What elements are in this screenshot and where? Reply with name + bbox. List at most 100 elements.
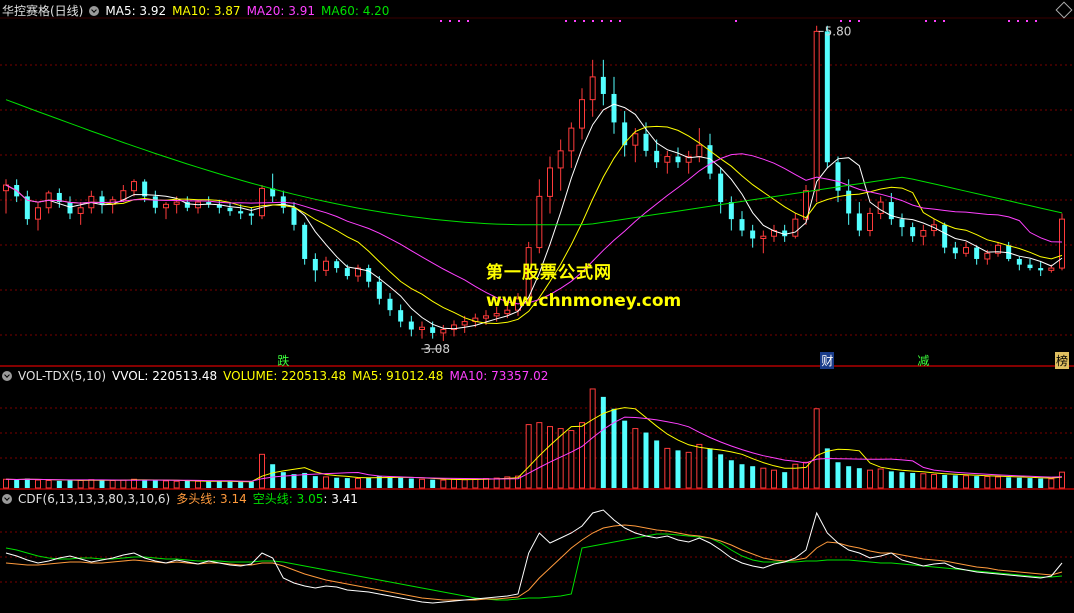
volume-bar-39 [419, 478, 425, 489]
volume-bar-68 [728, 460, 734, 488]
short-line-value: 空头线: 3.05 [252, 492, 324, 506]
volume-bar-31 [334, 477, 340, 488]
candle-body-24 [259, 187, 265, 217]
candle-body-40 [430, 327, 436, 333]
signal-dot-0 [440, 20, 442, 22]
volume-bar-84 [899, 472, 905, 488]
cdf-value: : 3.41 [323, 492, 358, 506]
candle-body-53 [568, 127, 575, 152]
volume-bar-26 [280, 472, 286, 488]
volume-bar-21 [227, 481, 233, 488]
cdf-panel-header: CDF(6,13,13,3,80,3,10,6) 多头线: 3.14 空头线: 3.… [2, 491, 364, 507]
volume-bar-70 [750, 466, 756, 488]
candle-body-35 [376, 281, 382, 299]
candle-body-60 [643, 133, 649, 151]
volume-bar-10 [109, 479, 116, 489]
volume-bar-61 [654, 440, 660, 488]
settings-icon[interactable] [2, 494, 12, 504]
volume-bar-60 [643, 432, 649, 488]
candle-body-70 [750, 230, 756, 239]
volume-bar-69 [739, 464, 745, 488]
candle-body-81 [867, 212, 873, 232]
volume-bar-76 [813, 408, 820, 489]
volume-bar-22 [238, 482, 244, 488]
signal-dot-5 [1008, 20, 1010, 22]
volume-bar-46 [493, 477, 500, 489]
candle-body-15 [163, 203, 169, 209]
candle-body-90 [963, 247, 969, 254]
volume-bar-93 [995, 476, 1001, 489]
volume-bar-92 [984, 476, 991, 489]
candle-body-88 [942, 224, 948, 248]
candle-body-3 [35, 207, 41, 220]
volume-bar-4 [45, 479, 52, 489]
candle-body-85 [910, 227, 916, 237]
volume-bar-97 [1038, 478, 1044, 488]
event-label-bang[interactable]: 榜 [1055, 352, 1070, 369]
candle-body-28 [302, 224, 308, 259]
vol-title: VOL-TDX(5,10) [18, 369, 107, 383]
signal-dot-1 [619, 20, 621, 22]
volume-bar-64 [685, 451, 692, 489]
settings-icon[interactable] [89, 6, 100, 16]
candle-body-54 [579, 99, 585, 129]
volume-bar-77 [824, 448, 830, 488]
volume-bar-24 [259, 453, 265, 489]
volume-bar-36 [387, 476, 393, 488]
settings-icon[interactable] [2, 371, 12, 381]
watermark-title: 第一股票公式网 [486, 263, 612, 283]
candle-body-95 [1016, 258, 1022, 265]
candle-body-79 [846, 190, 852, 214]
signal-dot-1 [565, 20, 567, 22]
volume-bar-79 [846, 466, 852, 488]
candle-body-77 [824, 31, 830, 163]
candle-body-12 [131, 181, 137, 192]
signal-dot-1 [583, 20, 585, 22]
candle-body-14 [152, 196, 158, 208]
candle-body-45 [483, 315, 489, 319]
signal-dot-0 [467, 20, 469, 22]
candle-body-46 [493, 313, 500, 317]
volume-bar-54 [579, 422, 585, 489]
candle-body-23 [248, 213, 254, 216]
candle-body-16 [173, 201, 180, 205]
event-label-die[interactable]: 跌 [276, 352, 290, 369]
volume-bar-32 [344, 478, 350, 488]
candle-body-41 [440, 329, 447, 334]
volume-bar-83 [888, 471, 894, 488]
candle-body-52 [557, 150, 564, 169]
candle-body-7 [77, 207, 84, 214]
volume-bar-41 [440, 479, 447, 489]
signal-dots [440, 20, 1037, 22]
signal-dot-3 [849, 20, 851, 22]
candle-body-51 [547, 167, 553, 197]
volume-bar-11 [120, 479, 127, 489]
volume-bars [3, 388, 1065, 489]
volume-bar-95 [1016, 477, 1022, 488]
volume-bar-18 [195, 480, 201, 489]
signal-dot-0 [449, 20, 451, 22]
volume-bar-2 [24, 478, 30, 488]
cdf-title: CDF(6,13,13,3,80,3,10,6) [18, 492, 171, 506]
volume-bar-63 [675, 450, 681, 488]
candle-body-50 [536, 195, 543, 249]
volume-bar-86 [920, 473, 927, 489]
signal-dot-1 [592, 20, 594, 22]
candle-body-39 [419, 326, 425, 331]
volume-bar-1 [14, 479, 20, 488]
volume-bar-66 [707, 448, 713, 488]
volume-bar-59 [632, 428, 639, 489]
candle-body-63 [675, 156, 681, 163]
volume-bar-20 [216, 481, 222, 488]
volume-bar-7 [77, 479, 84, 489]
candle-body-69 [739, 219, 745, 231]
candle-body-82 [877, 201, 884, 214]
vol-ma10-value: MA10: 73357.02 [449, 369, 549, 383]
event-label-jian[interactable]: 减 [916, 352, 930, 369]
volume-bar-71 [760, 467, 767, 489]
candle-body-65 [696, 144, 703, 158]
event-label-cai[interactable]: 财 [820, 352, 835, 369]
volume-bar-80 [856, 468, 862, 488]
signal-dot-1 [574, 20, 576, 22]
candle-body-34 [366, 268, 372, 282]
